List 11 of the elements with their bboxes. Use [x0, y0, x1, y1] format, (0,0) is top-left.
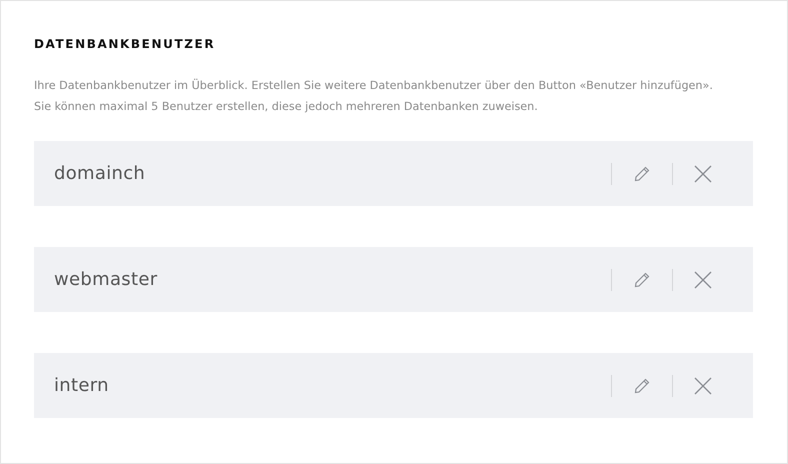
section-title: DATENBANKBENUTZER: [34, 37, 216, 51]
pencil-icon: [634, 378, 650, 394]
close-icon: [694, 376, 712, 394]
pencil-icon: [634, 166, 650, 182]
close-icon: [694, 270, 712, 288]
user-name: domainch: [54, 163, 146, 184]
user-name: webmaster: [54, 269, 158, 290]
user-name: intern: [54, 375, 110, 396]
section-description: Ihre Datenbankbenutzer im Überblick. Erstellen Sie weitere Datenbankbenutzer über den Button «Benutzer hinzufügen». Sie können maximal 5 Benutzer erstellen, diese jedoch mehreren Datenbanken zuweisen.: [34, 78, 714, 115]
close-icon: [694, 164, 712, 182]
pencil-icon: [634, 272, 650, 288]
